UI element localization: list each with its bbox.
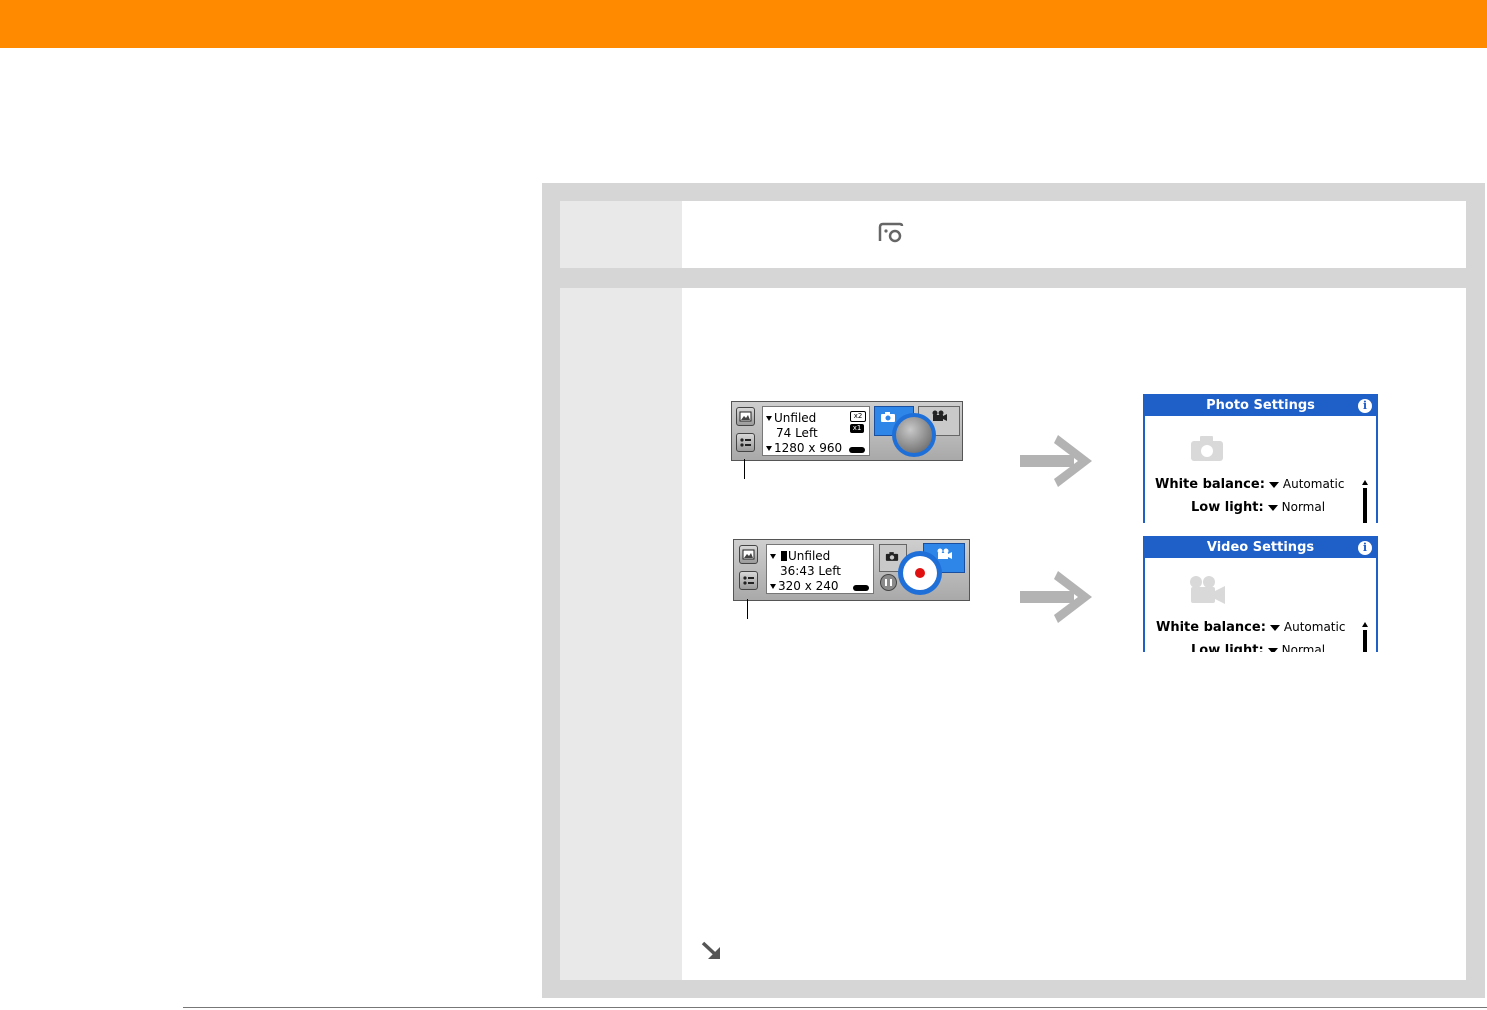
right-arrow-icon — [1020, 571, 1092, 623]
dropdown-triangle-icon — [766, 446, 772, 451]
header-bar — [0, 0, 1487, 48]
battery-icon — [849, 447, 865, 453]
scroll-up-arrow-icon[interactable] — [1362, 480, 1368, 485]
low-light-row[interactable]: Low light: Normal — [1191, 500, 1325, 515]
step-2-number-cell — [560, 288, 682, 980]
picture-icon — [742, 549, 755, 560]
scroll-up-arrow-icon[interactable] — [1362, 622, 1368, 627]
white-balance-label: White balance: — [1155, 477, 1265, 492]
video-settings-screen: Video Settings i White balance: Automatic… — [1143, 536, 1378, 652]
low-light-row[interactable]: Low light: Normal — [1191, 643, 1325, 652]
white-balance-value: Automatic — [1282, 477, 1345, 491]
camera-icon — [885, 552, 899, 561]
video-settings-title: Video Settings — [1206, 540, 1315, 555]
picture-icon — [739, 411, 752, 422]
gallery-button[interactable] — [736, 407, 755, 426]
battery-icon — [853, 585, 869, 591]
scrollbar[interactable] — [1362, 622, 1368, 652]
video-camera-icon — [937, 548, 952, 559]
zoom-x2-badge[interactable]: x2 — [850, 411, 866, 422]
white-balance-row[interactable]: White balance: Automatic — [1155, 477, 1344, 492]
video-resolution: 320 x 240 — [778, 579, 839, 593]
low-light-value: Normal — [1281, 500, 1326, 514]
dropdown-triangle-icon — [1269, 624, 1280, 631]
video-category-line[interactable]: Unfiled — [770, 549, 830, 564]
white-balance-label: White balance: — [1156, 620, 1266, 635]
photo-info-panel: Unfiled 74 Left 1280 x 960 x2 x1 — [762, 406, 870, 456]
continue-arrow-icon[interactable] — [700, 940, 724, 962]
video-info-panel: Unfiled 36:43 Left 320 x 240 — [766, 544, 874, 594]
photo-resolution: 1280 x 960 — [774, 441, 843, 455]
photo-category-line[interactable]: Unfiled — [766, 411, 816, 426]
gallery-button[interactable] — [739, 545, 758, 564]
callout-line — [744, 459, 745, 479]
video-camera-icon — [1190, 576, 1225, 604]
zoom-x1-badge[interactable]: x1 — [850, 424, 864, 433]
dropdown-triangle-icon — [1268, 481, 1279, 488]
video-resolution-line[interactable]: 320 x 240 — [770, 579, 839, 594]
photo-capture-toolbar: Unfiled 74 Left 1280 x 960 x2 x1 — [731, 401, 963, 461]
shutter-button[interactable] — [892, 413, 936, 457]
record-button[interactable] — [898, 551, 942, 595]
settings-button[interactable] — [739, 571, 758, 590]
record-dot-icon — [915, 568, 925, 578]
dropdown-triangle-icon — [1267, 647, 1278, 652]
camera-icon — [1191, 436, 1223, 461]
info-icon[interactable]: i — [1358, 399, 1372, 413]
scroll-thumb[interactable] — [1363, 630, 1367, 652]
photo-settings-title-bar: Photo Settings i — [1145, 396, 1376, 416]
dropdown-triangle-icon — [1267, 504, 1278, 511]
photo-remaining: 74 Left — [776, 426, 818, 440]
footer-divider — [183, 1007, 1487, 1008]
storage-card-icon — [781, 551, 787, 561]
camera-icon — [881, 412, 895, 422]
video-remaining: 36:43 Left — [780, 564, 841, 578]
dropdown-triangle-icon — [766, 416, 772, 421]
scrollbar[interactable] — [1362, 480, 1368, 523]
photo-resolution-line[interactable]: 1280 x 960 — [766, 441, 842, 456]
video-camera-icon — [932, 410, 947, 421]
settings-list-icon — [740, 438, 751, 447]
camera-app-icon[interactable] — [876, 221, 906, 245]
settings-list-icon — [743, 576, 754, 585]
low-light-value: Normal — [1281, 643, 1326, 652]
step-1-content-cell — [682, 201, 1466, 268]
photo-category: Unfiled — [774, 411, 817, 425]
dropdown-triangle-icon — [770, 584, 776, 589]
video-capture-toolbar: Unfiled 36:43 Left 320 x 240 — [733, 539, 970, 601]
pause-button[interactable] — [880, 574, 897, 591]
low-light-label: Low light: — [1191, 643, 1264, 652]
record-button-face — [903, 556, 937, 590]
settings-button[interactable] — [736, 433, 755, 452]
right-arrow-icon — [1020, 435, 1092, 487]
pause-icon — [885, 579, 892, 586]
shutter-lens-icon — [896, 417, 932, 453]
step-1-number-cell — [560, 201, 682, 268]
info-icon[interactable]: i — [1358, 541, 1372, 555]
photo-settings-screen: Photo Settings i White balance: Automatic… — [1143, 394, 1378, 523]
scroll-thumb[interactable] — [1363, 488, 1367, 523]
white-balance-row[interactable]: White balance: Automatic — [1156, 620, 1345, 635]
video-settings-title-bar: Video Settings i — [1145, 538, 1376, 558]
dropdown-triangle-icon — [770, 554, 776, 559]
low-light-label: Low light: — [1191, 500, 1264, 515]
photo-settings-title: Photo Settings — [1206, 398, 1315, 413]
white-balance-value: Automatic — [1283, 620, 1346, 634]
callout-line — [747, 599, 748, 619]
